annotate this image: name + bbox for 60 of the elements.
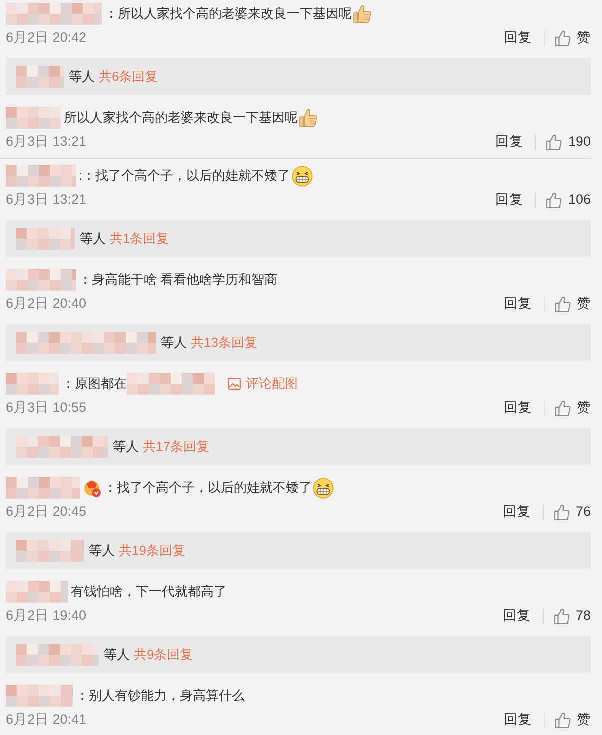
reply-button[interactable]: 回复 [502,504,531,520]
thumbs-up-icon [555,296,571,312]
comment-text: ：找了个高个子，以后的娃就不矮了 [104,480,312,496]
thumbs-up-icon [554,504,570,520]
like-button[interactable]: 190 [546,134,591,150]
comment-text: ：所以人家找个高的老婆来改良一下基因呢 [105,6,352,22]
reply-users-text: 等人 [89,542,115,558]
pixelated-name-drawing [16,66,64,88]
pixelated-name-drawing [6,373,59,395]
pixelated-name-drawing [6,107,61,129]
comment-date: 6月2日 20:41 [6,712,87,728]
reply-button[interactable]: 回复 [504,296,532,312]
reply-button[interactable]: 回复 [504,400,532,416]
thumbs-up-icon [546,192,562,208]
image-icon [228,378,241,390]
reply-users-text: 等人 [161,334,187,350]
comment-date: 6月2日 20:40 [6,296,87,312]
comment-date: 6月3日 10:55 [6,400,87,416]
reply-users-text: 等人 [113,438,139,454]
thumbs-up-icon [555,712,571,728]
comment-text: 有钱怕啥，下一代就都高了 [71,584,227,600]
reply-button[interactable]: 回复 [504,712,532,728]
like-button[interactable]: 赞 [555,30,591,46]
comment-text: :：找了个高个子，以后的娃就不矮了 [79,168,291,184]
comment-text: ：别人有钞能力，身高算什么 [76,688,245,704]
comment-text: ：身高能干啥 看看他啥学历和智商 [79,272,278,288]
like-button[interactable]: 赞 [555,296,591,312]
like-button[interactable]: 76 [554,504,591,520]
comment-text: ：原图都在 [62,376,127,392]
comment-text: 所以人家找个高的老婆来改良一下基因呢 [64,110,298,126]
pixelated-name-drawing [6,269,76,291]
reply-button[interactable]: 回复 [495,134,524,150]
like-button[interactable]: 106 [546,192,591,208]
reply-button[interactable]: 回复 [504,30,532,46]
like-button[interactable]: 赞 [555,712,591,728]
pixelated-name-drawing [6,581,68,603]
reply-button[interactable]: 回复 [502,608,531,624]
pixelated-name-drawing [6,685,73,707]
comment-date: 6月2日 20:45 [6,504,87,520]
reply-users-text: 等人 [69,68,95,84]
pixelated-name-drawing [16,540,84,562]
grinning-face-icon [292,166,313,186]
comment-date: 6月3日 13:21 [6,192,87,208]
comment-date: 6月2日 19:40 [6,608,87,624]
grinning-face-icon [313,478,334,498]
comment-date: 6月3日 13:21 [6,134,87,150]
thumbs-up-icon [546,134,562,150]
reply-button[interactable]: 回复 [495,192,524,208]
thumbs-up-icon [353,4,372,24]
like-button[interactable]: 赞 [555,400,591,416]
thumbs-up-icon [555,400,571,416]
thumbs-up-icon [299,108,318,128]
pixelated-name-drawing [6,165,76,187]
reply-users-text: 等人 [80,230,106,246]
thumbs-up-icon [555,30,571,46]
comment-date: 6月2日 20:42 [6,30,87,46]
like-button[interactable]: 78 [554,608,591,624]
thumbs-up-icon [554,608,570,624]
reply-users-text: 等人 [104,646,130,662]
pixelated-name-drawing [16,228,75,250]
